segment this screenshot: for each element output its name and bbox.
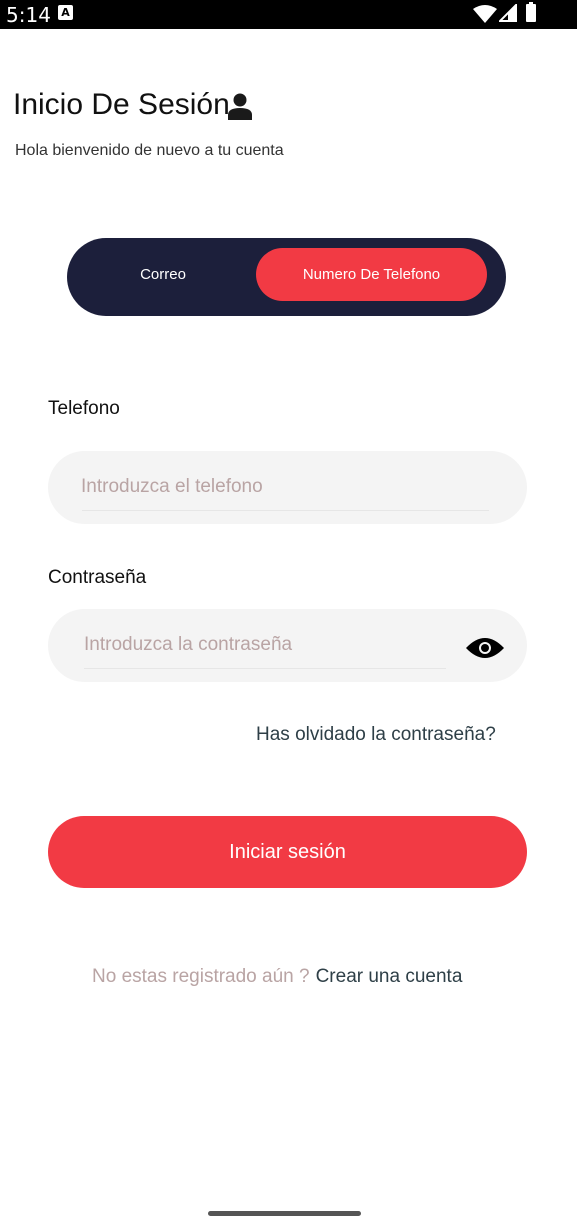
password-field [48, 609, 527, 682]
password-input-underline [84, 668, 446, 669]
status-bar: 5:14 A [0, 0, 577, 29]
page-subtitle: Hola bienvenido de nuevo a tu cuenta [15, 142, 284, 159]
phone-input[interactable] [81, 468, 491, 506]
status-time: 5:14 [6, 3, 51, 27]
register-prompt: No estas registrado aún ? Crear una cuent… [92, 966, 462, 988]
battery-icon [526, 2, 536, 22]
tab-email[interactable]: Correo [77, 248, 249, 301]
signal-icon [499, 4, 517, 22]
home-indicator[interactable] [208, 1211, 361, 1216]
wifi-icon [473, 5, 497, 23]
eye-icon[interactable] [465, 636, 505, 660]
login-method-toggle: Correo Numero De Telefono [67, 238, 506, 316]
create-account-link[interactable]: Crear una cuenta [316, 966, 463, 987]
password-input[interactable] [84, 626, 444, 664]
phone-input-underline [82, 510, 489, 511]
forgot-password-link[interactable]: Has olvidado la contraseña? [256, 724, 496, 746]
register-question: No estas registrado aún ? [92, 966, 310, 987]
tab-phone-number[interactable]: Numero De Telefono [256, 248, 487, 301]
page-title: Inicio De Sesión [13, 88, 230, 121]
login-button[interactable]: Iniciar sesión [48, 816, 527, 888]
phone-field [48, 451, 527, 524]
password-label: Contraseña [48, 567, 147, 588]
phone-label: Telefono [48, 398, 120, 419]
notification-icon: A [58, 5, 73, 20]
user-icon [228, 93, 252, 120]
